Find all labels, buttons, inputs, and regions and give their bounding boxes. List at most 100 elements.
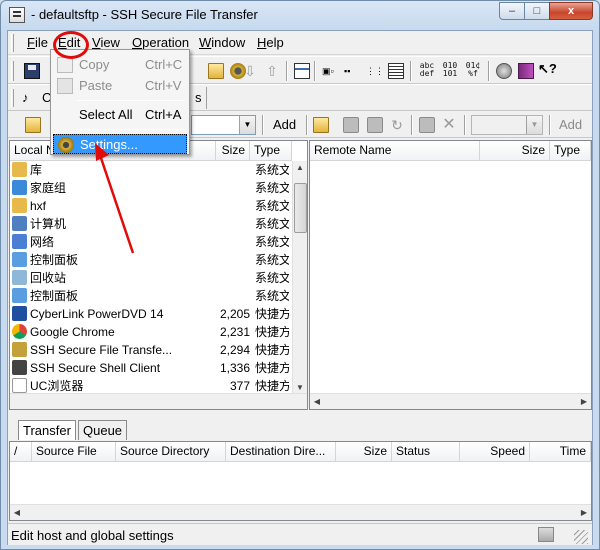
- local-file-pane: Local N Size Type 库系统文件夹家庭组系统文件夹hxf系统文件夹…: [9, 140, 308, 410]
- remote-add-button[interactable]: Add: [552, 115, 589, 135]
- remote-parent-folder-icon[interactable]: [367, 117, 383, 133]
- menubar-grip[interactable]: [11, 34, 14, 52]
- help-book-icon[interactable]: [518, 63, 534, 79]
- speed-column-header[interactable]: Speed: [460, 442, 530, 462]
- stop-icon[interactable]: [496, 63, 512, 79]
- file-type: 快捷方式: [255, 307, 289, 321]
- source-directory-column-header[interactable]: Source Directory: [116, 442, 226, 462]
- local-horizontal-scrollbar[interactable]: [10, 393, 307, 409]
- menu-operation[interactable]: Operation: [132, 35, 189, 50]
- toolbar-separator: [286, 61, 288, 81]
- scroll-right-icon[interactable]: ▶: [577, 394, 591, 409]
- remote-size-column-header[interactable]: Size: [480, 141, 550, 161]
- menu-window[interactable]: Window: [199, 35, 245, 50]
- upload-arrow-icon[interactable]: ⇧: [264, 63, 280, 79]
- size-column-header[interactable]: Size: [336, 442, 392, 462]
- file-type: 系统文件夹: [255, 181, 289, 195]
- resize-grip-icon[interactable]: [574, 530, 588, 544]
- scroll-right-icon[interactable]: ▶: [577, 505, 591, 520]
- recycle-bin-icon: [12, 270, 27, 285]
- chevron-down-icon[interactable]: ▼: [239, 116, 255, 134]
- homegroup-icon: [12, 180, 27, 195]
- network-icon: [12, 234, 27, 249]
- context-help-icon[interactable]: ↖?: [538, 61, 558, 77]
- list-view-icon[interactable]: ⋮⋮: [366, 63, 384, 79]
- table-row[interactable]: 控制面板 系统文件夹: [10, 287, 290, 305]
- profiles-label[interactable]: s: [195, 90, 202, 105]
- local-add-button[interactable]: Add: [266, 115, 303, 135]
- remote-path-combo[interactable]: ▼: [471, 115, 543, 135]
- table-row[interactable]: 计算机 系统文件夹: [10, 215, 290, 233]
- destination-directory-column-header[interactable]: Destination Dire...: [226, 442, 336, 462]
- table-row[interactable]: 控制面板 系统文件夹: [10, 251, 290, 269]
- tab-transfer[interactable]: Transfer: [18, 420, 76, 440]
- file-type: 系统文件夹: [255, 199, 289, 213]
- scrollbar-thumb[interactable]: [294, 183, 307, 233]
- refresh-icon[interactable]: ↻: [389, 117, 405, 133]
- status-column-header[interactable]: Status: [392, 442, 460, 462]
- window-controls: – □ x: [499, 2, 593, 20]
- chevron-down-icon[interactable]: ▼: [526, 116, 542, 134]
- small-icons-icon[interactable]: ▪▪: [344, 63, 360, 79]
- table-row[interactable]: SSH Secure Shell Client 1,336 快捷方式: [10, 359, 290, 377]
- large-icons-icon[interactable]: ▣▫: [322, 63, 338, 79]
- remote-type-column-header[interactable]: Type: [550, 141, 591, 161]
- file-type: 系统文件夹: [255, 289, 289, 303]
- file-name: SSH Secure File Transfe...: [30, 343, 173, 357]
- menu-item-paste[interactable]: Paste Ctrl+V: [53, 76, 187, 96]
- user-folder-icon: [12, 198, 27, 213]
- menu-file[interactable]: File: [27, 35, 48, 50]
- transfer-horizontal-scrollbar[interactable]: ◀ ▶: [10, 504, 591, 520]
- menu-item-select-all[interactable]: Select All Ctrl+A: [53, 105, 187, 125]
- save-icon[interactable]: [24, 63, 40, 79]
- ascii-mode-icon[interactable]: abc def: [417, 62, 437, 80]
- auto-mode-icon[interactable]: 01¢ %f: [463, 62, 483, 80]
- menu-view[interactable]: View: [92, 35, 120, 50]
- time-column-header[interactable]: Time: [530, 442, 591, 462]
- remote-folder-icon[interactable]: [313, 117, 329, 133]
- direction-column-header[interactable]: /: [10, 442, 32, 462]
- delete-icon[interactable]: ✕: [441, 117, 457, 133]
- table-row[interactable]: 网络 系统文件夹: [10, 233, 290, 251]
- table-row[interactable]: CyberLink PowerDVD 14 2,205 快捷方式: [10, 305, 290, 323]
- menu-help[interactable]: Help: [257, 35, 284, 50]
- scroll-left-icon[interactable]: ◀: [310, 394, 324, 409]
- table-row[interactable]: SSH Secure File Transfe... 2,294 快捷方式: [10, 341, 290, 359]
- ssh-shell-icon: [12, 360, 27, 375]
- table-row[interactable]: 库 系统文件夹: [10, 161, 290, 179]
- download-arrow-icon[interactable]: ⇩: [242, 63, 258, 79]
- local-folder-icon[interactable]: [25, 117, 41, 133]
- local-path-combo[interactable]: ▼: [191, 115, 256, 135]
- table-row[interactable]: hxf 系统文件夹: [10, 197, 290, 215]
- details-view-icon[interactable]: [388, 63, 404, 79]
- title-bar[interactable]: - defaultsftp - SSH Secure File Transfer…: [1, 1, 599, 29]
- toolbar-grip[interactable]: [11, 61, 14, 81]
- tab-queue[interactable]: Queue: [78, 420, 128, 440]
- ssh-file-transfer-icon: [12, 342, 27, 357]
- toolbar-grip[interactable]: [11, 89, 14, 107]
- local-size-column-header[interactable]: Size: [216, 141, 250, 161]
- table-row[interactable]: 家庭组 系统文件夹: [10, 179, 290, 197]
- close-button[interactable]: x: [549, 2, 593, 20]
- table-row[interactable]: Google Chrome 2,231 快捷方式: [10, 323, 290, 341]
- maximize-button[interactable]: □: [524, 2, 550, 20]
- local-vertical-scrollbar[interactable]: ▲ ▼: [292, 161, 307, 395]
- scroll-up-icon[interactable]: ▲: [293, 161, 307, 175]
- remote-home-icon[interactable]: [343, 117, 359, 133]
- minimize-button[interactable]: –: [499, 2, 525, 20]
- local-type-column-header[interactable]: Type: [250, 141, 292, 161]
- app-icon[interactable]: [9, 7, 25, 23]
- scroll-left-icon[interactable]: ◀: [10, 505, 24, 520]
- window-view-icon[interactable]: [294, 63, 310, 79]
- new-remote-folder-icon[interactable]: [419, 117, 435, 133]
- table-row[interactable]: 回收站 系统文件夹: [10, 269, 290, 287]
- file-name: 计算机: [30, 217, 67, 231]
- toolbar-separator: [488, 61, 490, 81]
- remote-horizontal-scrollbar[interactable]: ◀ ▶: [310, 393, 591, 409]
- remote-name-column-header[interactable]: Remote Name: [310, 141, 480, 161]
- source-file-column-header[interactable]: Source File: [32, 442, 116, 462]
- terminal-icon[interactable]: ♪: [22, 90, 38, 106]
- binary-mode-icon[interactable]: 010 101: [440, 62, 460, 80]
- new-folder-icon[interactable]: [208, 63, 224, 79]
- toolbar-separator: [410, 61, 412, 81]
